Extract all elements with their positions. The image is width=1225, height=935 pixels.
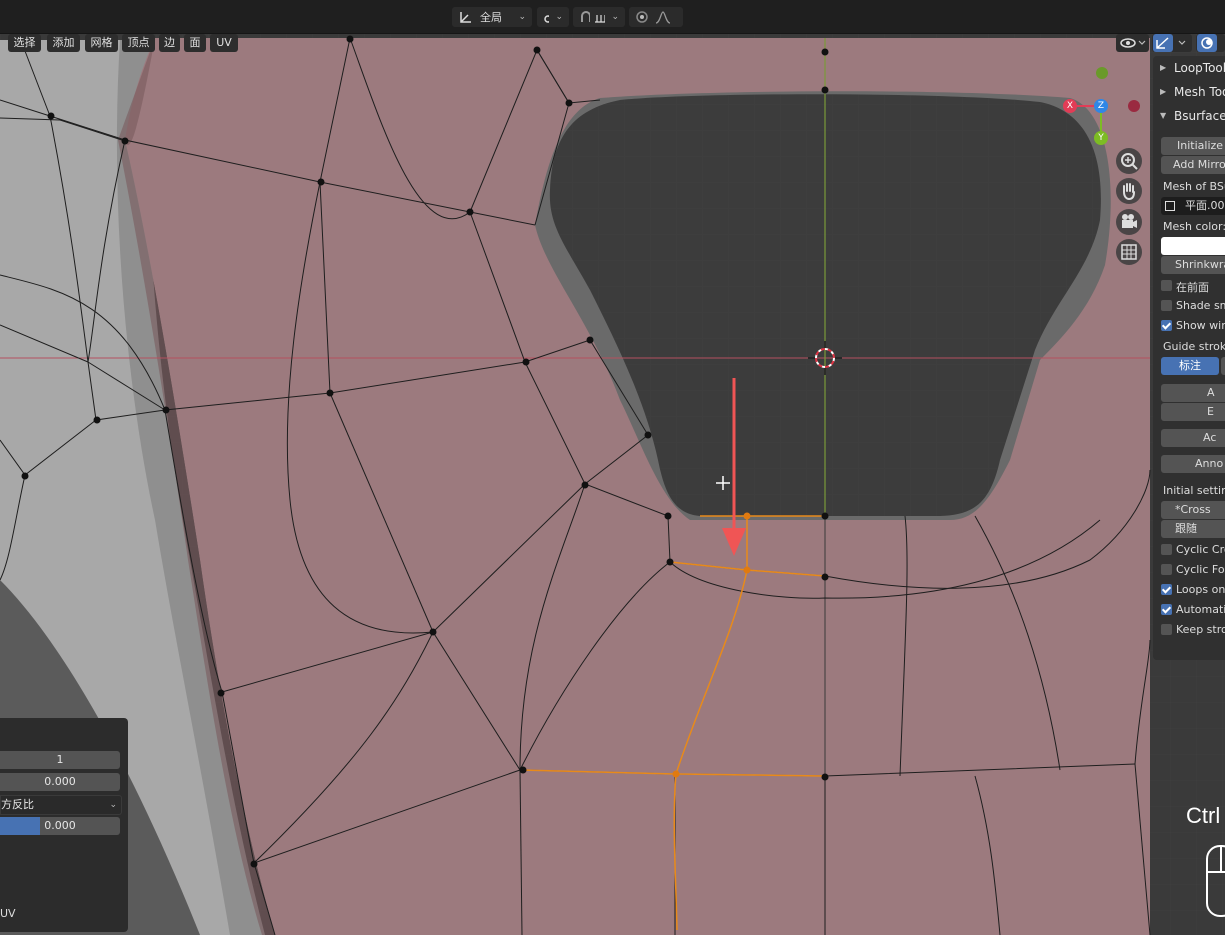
mouse-icon xyxy=(1206,845,1225,917)
falloff-curve-icon xyxy=(655,11,671,24)
mesh-object-icon xyxy=(1165,201,1175,211)
guide-tab-2[interactable] xyxy=(1221,357,1225,375)
cross-dropdown[interactable]: *Cross xyxy=(1161,501,1225,519)
pivot-point-dropdown[interactable]: ⌄ xyxy=(537,7,569,27)
camera-view-button[interactable] xyxy=(1116,209,1142,235)
in-front-checkbox[interactable] xyxy=(1161,280,1172,291)
mesh-color-swatch[interactable] xyxy=(1161,237,1225,255)
initial-settings-label: Initial setting xyxy=(1163,484,1225,497)
follow-dropdown[interactable]: 跟随 xyxy=(1161,520,1225,538)
operator-slider[interactable]: 0.000 xyxy=(0,817,120,835)
gizmo-x-axis[interactable]: X xyxy=(1063,99,1077,113)
menu-add[interactable]: 添加 xyxy=(47,34,80,52)
shade-smooth-checkbox[interactable] xyxy=(1161,300,1172,311)
shrinkwrap-button[interactable]: Shrinkwra xyxy=(1161,256,1225,274)
gizmo-z-axis[interactable]: Z xyxy=(1094,99,1108,113)
collapse-arrow-icon: ▼ xyxy=(1160,111,1167,120)
show-wire-label: Show wire xyxy=(1176,319,1225,332)
chevron-down-icon: ⌄ xyxy=(109,800,117,810)
in-front-label: 在前面 xyxy=(1176,281,1209,294)
last-operator-panel: 1 0.000 方反比 ⌄ 0.000 UV xyxy=(0,718,128,932)
falloff-dropdown[interactable]: 方反比 ⌄ xyxy=(0,795,122,815)
mesh-object-field[interactable]: 平面.001 xyxy=(1161,197,1225,215)
keep-strokes-label: Keep strok xyxy=(1176,623,1225,636)
mesh-of-bsurfaces-label: Mesh of BSur xyxy=(1163,180,1225,193)
section-label: LoopTools xyxy=(1174,61,1225,75)
snap-dropdown[interactable]: ⌄ xyxy=(573,7,625,27)
3d-viewport[interactable]: X Z Y 全局 ⌄ ⌄ ⌄ 选择 添加 网格 顶点 边 面 UV ▶ LoopT… xyxy=(0,0,1225,935)
sidebar-button-anno[interactable]: Anno xyxy=(1161,455,1225,473)
transform-orientation-dropdown[interactable]: 全局 ⌄ xyxy=(452,7,532,27)
sidebar-button-e[interactable]: E xyxy=(1161,403,1225,421)
snap-magnet-icon xyxy=(581,11,591,22)
proportional-edit-group[interactable] xyxy=(629,7,683,27)
section-label: Bsurfaces xyxy=(1174,109,1225,123)
sidebar-button-ac[interactable]: Ac xyxy=(1161,429,1225,447)
section-label: Mesh Tools xyxy=(1174,85,1225,99)
sidebar-button-a[interactable]: A xyxy=(1161,384,1225,402)
mesh-color-label: Mesh color: xyxy=(1163,220,1225,233)
menu-select[interactable]: 选择 xyxy=(8,34,41,52)
menu-mesh[interactable]: 网格 xyxy=(85,34,118,52)
orientation-label: 全局 xyxy=(480,11,502,24)
camera-icon xyxy=(1122,214,1137,228)
loops-on-strokes-label: Loops on s xyxy=(1176,583,1225,596)
transform-orientation-icon xyxy=(460,12,471,23)
operator-uv-label: UV xyxy=(0,907,16,920)
falloff-dropdown-value: 方反比 xyxy=(1,798,34,811)
proportional-edit-icon xyxy=(636,11,648,23)
overlay-icon xyxy=(1197,34,1217,52)
zoom-button[interactable] xyxy=(1116,148,1142,174)
ortho-toggle-button[interactable] xyxy=(1116,239,1142,265)
operator-field-2[interactable]: 0.000 xyxy=(0,773,120,791)
menu-uv[interactable]: UV xyxy=(210,34,238,52)
expand-arrow-icon: ▶ xyxy=(1160,87,1167,96)
annotate-tab[interactable]: 标注 xyxy=(1161,357,1219,375)
zoom-icon xyxy=(1121,153,1138,170)
overlay-dropdown[interactable] xyxy=(1196,34,1225,52)
cyclic-cross-checkbox[interactable] xyxy=(1161,544,1172,555)
loops-on-strokes-checkbox[interactable] xyxy=(1161,584,1172,595)
snap-increment-icon xyxy=(595,15,606,23)
grid-icon xyxy=(1121,244,1137,260)
chevron-down-icon: ⌄ xyxy=(518,12,526,22)
gizmo-icon xyxy=(1153,34,1186,52)
pivot-point-icon xyxy=(544,13,550,23)
section-bsurfaces[interactable]: ▼ Bsurfaces xyxy=(1153,105,1225,125)
show-wire-checkbox[interactable] xyxy=(1161,320,1172,331)
guide-strokes-label: Guide stroke xyxy=(1163,340,1225,353)
automatic-join-checkbox[interactable] xyxy=(1161,604,1172,615)
visibility-dropdown[interactable] xyxy=(1116,34,1149,52)
shade-smooth-label: Shade sm xyxy=(1176,299,1225,312)
viewport-header: 全局 ⌄ ⌄ ⌄ xyxy=(0,0,1225,34)
expand-arrow-icon: ▶ xyxy=(1160,63,1167,72)
chevron-down-icon: ⌄ xyxy=(611,12,619,22)
key-overlay-text: Ctrl xyxy=(1186,803,1221,828)
keep-strokes-checkbox[interactable] xyxy=(1161,624,1172,635)
section-looptools[interactable]: ▶ LoopTools xyxy=(1153,57,1225,77)
eye-icon xyxy=(1120,38,1146,48)
cyclic-follow-checkbox[interactable] xyxy=(1161,564,1172,575)
section-mesh-tools[interactable]: ▶ Mesh Tools xyxy=(1153,81,1225,101)
cyclic-cross-label: Cyclic Cro xyxy=(1176,543,1225,556)
operator-field-1[interactable]: 1 xyxy=(0,751,120,769)
add-mirror-button[interactable]: Add Mirror xyxy=(1161,156,1225,174)
viewport-canvas[interactable] xyxy=(0,0,1225,935)
pan-button[interactable] xyxy=(1116,178,1142,204)
menu-edge[interactable]: 边 xyxy=(159,34,180,52)
gizmo-dropdown[interactable] xyxy=(1152,34,1192,52)
sidebar-panel: ▶ LoopTools ▶ Mesh Tools ▼ Bsurfaces Initia… xyxy=(1153,56,1225,660)
mesh-object-name: 平面.001 xyxy=(1185,199,1225,212)
initialize-button[interactable]: Initialize ( xyxy=(1161,137,1225,155)
menu-vertex[interactable]: 顶点 xyxy=(122,34,155,52)
automatic-join-label: Automatio xyxy=(1176,603,1225,616)
menu-face[interactable]: 面 xyxy=(184,34,206,52)
chevron-down-icon: ⌄ xyxy=(555,12,563,22)
cyclic-follow-label: Cyclic Fol xyxy=(1176,563,1225,576)
gizmo-y-axis[interactable]: Y xyxy=(1094,131,1108,145)
hand-icon xyxy=(1123,183,1135,201)
